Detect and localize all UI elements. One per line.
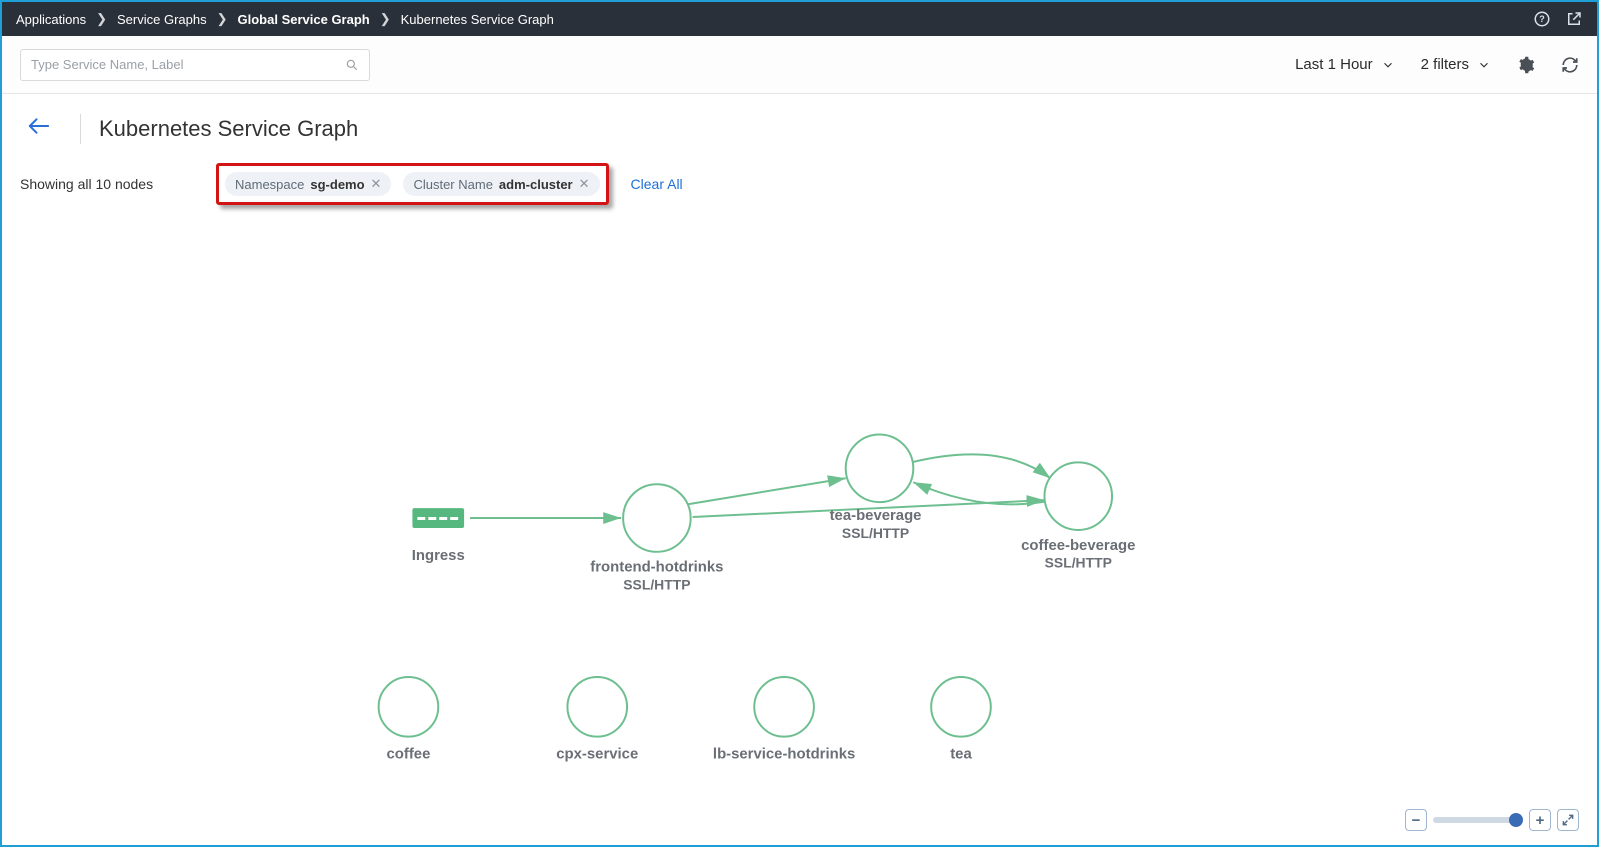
node-coffee-label: coffee [387,747,431,763]
filter-count-label: 2 filters [1421,56,1469,73]
page-title: Kubernetes Service Graph [99,116,358,142]
node-tea-beverage-label: tea-beverage [830,508,922,524]
chevron-right-icon: ❯ [217,11,228,27]
back-button[interactable] [20,112,62,145]
filter-chip-namespace[interactable]: Namespace sg-demo ✕ [225,172,391,196]
top-breadcrumb-bar: Applications ❯ Service Graphs ❯ Global S… [2,2,1597,36]
node-coffee-beverage-label: coffee-beverage [1021,538,1135,554]
node-tea-beverage-sub: SSL/HTTP [842,525,909,541]
graph-canvas[interactable]: Ingress frontend-hotdrinks SSL/HTTP tea-… [4,202,1595,843]
node-frontend-sub: SSL/HTTP [623,577,690,593]
node-lb-label: lb-service-hotdrinks [713,747,855,763]
chevron-right-icon: ❯ [96,11,107,27]
node-coffee-beverage-sub: SSL/HTTP [1045,555,1112,571]
page-toolbar: Last 1 Hour 2 filters [2,36,1597,94]
chip-key: Cluster Name [413,177,492,192]
chip-value: adm-cluster [499,177,573,192]
chip-key: Namespace [235,177,304,192]
time-range-label: Last 1 Hour [1295,56,1373,73]
node-count-text: Showing all 10 nodes [20,176,200,192]
node-coffee-beverage[interactable]: coffee-beverage SSL/HTTP [1021,462,1135,570]
node-tea-label: tea [950,747,972,763]
page-title-row: Kubernetes Service Graph [2,94,1597,153]
node-lb-service-hotdrinks[interactable]: lb-service-hotdrinks [713,677,855,762]
help-icon[interactable]: ? [1533,10,1551,28]
zoom-in-button[interactable]: + [1529,809,1551,831]
node-frontend-label: frontend-hotdrinks [590,560,723,576]
chevron-down-icon [1381,58,1395,72]
node-tea[interactable]: tea [931,677,991,762]
search-icon[interactable] [345,58,359,72]
node-frontend-hotdrinks[interactable]: frontend-hotdrinks SSL/HTTP [590,484,723,592]
crumb-service-graphs[interactable]: Service Graphs [117,12,207,27]
clear-all-link[interactable]: Clear All [631,176,683,192]
zoom-slider[interactable] [1433,817,1523,823]
crumb-global-service-graph[interactable]: Global Service Graph [238,12,370,27]
divider [80,114,81,144]
breadcrumb: Applications ❯ Service Graphs ❯ Global S… [16,11,554,27]
time-range-selector[interactable]: Last 1 Hour [1295,56,1395,73]
gear-icon[interactable] [1517,56,1535,74]
refresh-icon[interactable] [1561,56,1579,74]
filter-chip-group-highlight: Namespace sg-demo ✕ Cluster Name adm-clu… [216,163,609,205]
zoom-out-button[interactable]: − [1405,809,1427,831]
node-ingress[interactable]: Ingress [412,508,465,564]
external-link-icon[interactable] [1565,10,1583,28]
node-coffee[interactable]: coffee [379,677,439,762]
node-tea-beverage[interactable]: tea-beverage SSL/HTTP [830,435,922,541]
zoom-slider-thumb[interactable] [1509,813,1523,827]
chip-value: sg-demo [310,177,364,192]
service-graph-svg[interactable]: Ingress frontend-hotdrinks SSL/HTTP tea-… [4,202,1595,843]
node-cpx-label: cpx-service [556,747,638,763]
chevron-right-icon: ❯ [380,11,391,27]
close-icon[interactable]: ✕ [371,176,382,192]
node-ingress-label: Ingress [412,548,465,564]
chevron-down-icon [1477,58,1491,72]
svg-text:?: ? [1539,14,1545,24]
search-input[interactable] [31,57,345,72]
filter-chip-cluster-name[interactable]: Cluster Name adm-cluster ✕ [403,172,599,196]
zoom-control: − + [1405,809,1579,831]
graph-edges [470,454,1052,518]
crumb-applications[interactable]: Applications [16,12,86,27]
filter-count-selector[interactable]: 2 filters [1421,56,1491,73]
search-input-wrapper[interactable] [20,49,370,81]
close-icon[interactable]: ✕ [579,176,590,192]
node-cpx-service[interactable]: cpx-service [556,677,638,762]
crumb-kubernetes-service-graph[interactable]: Kubernetes Service Graph [401,12,554,27]
fit-to-screen-button[interactable] [1557,809,1579,831]
